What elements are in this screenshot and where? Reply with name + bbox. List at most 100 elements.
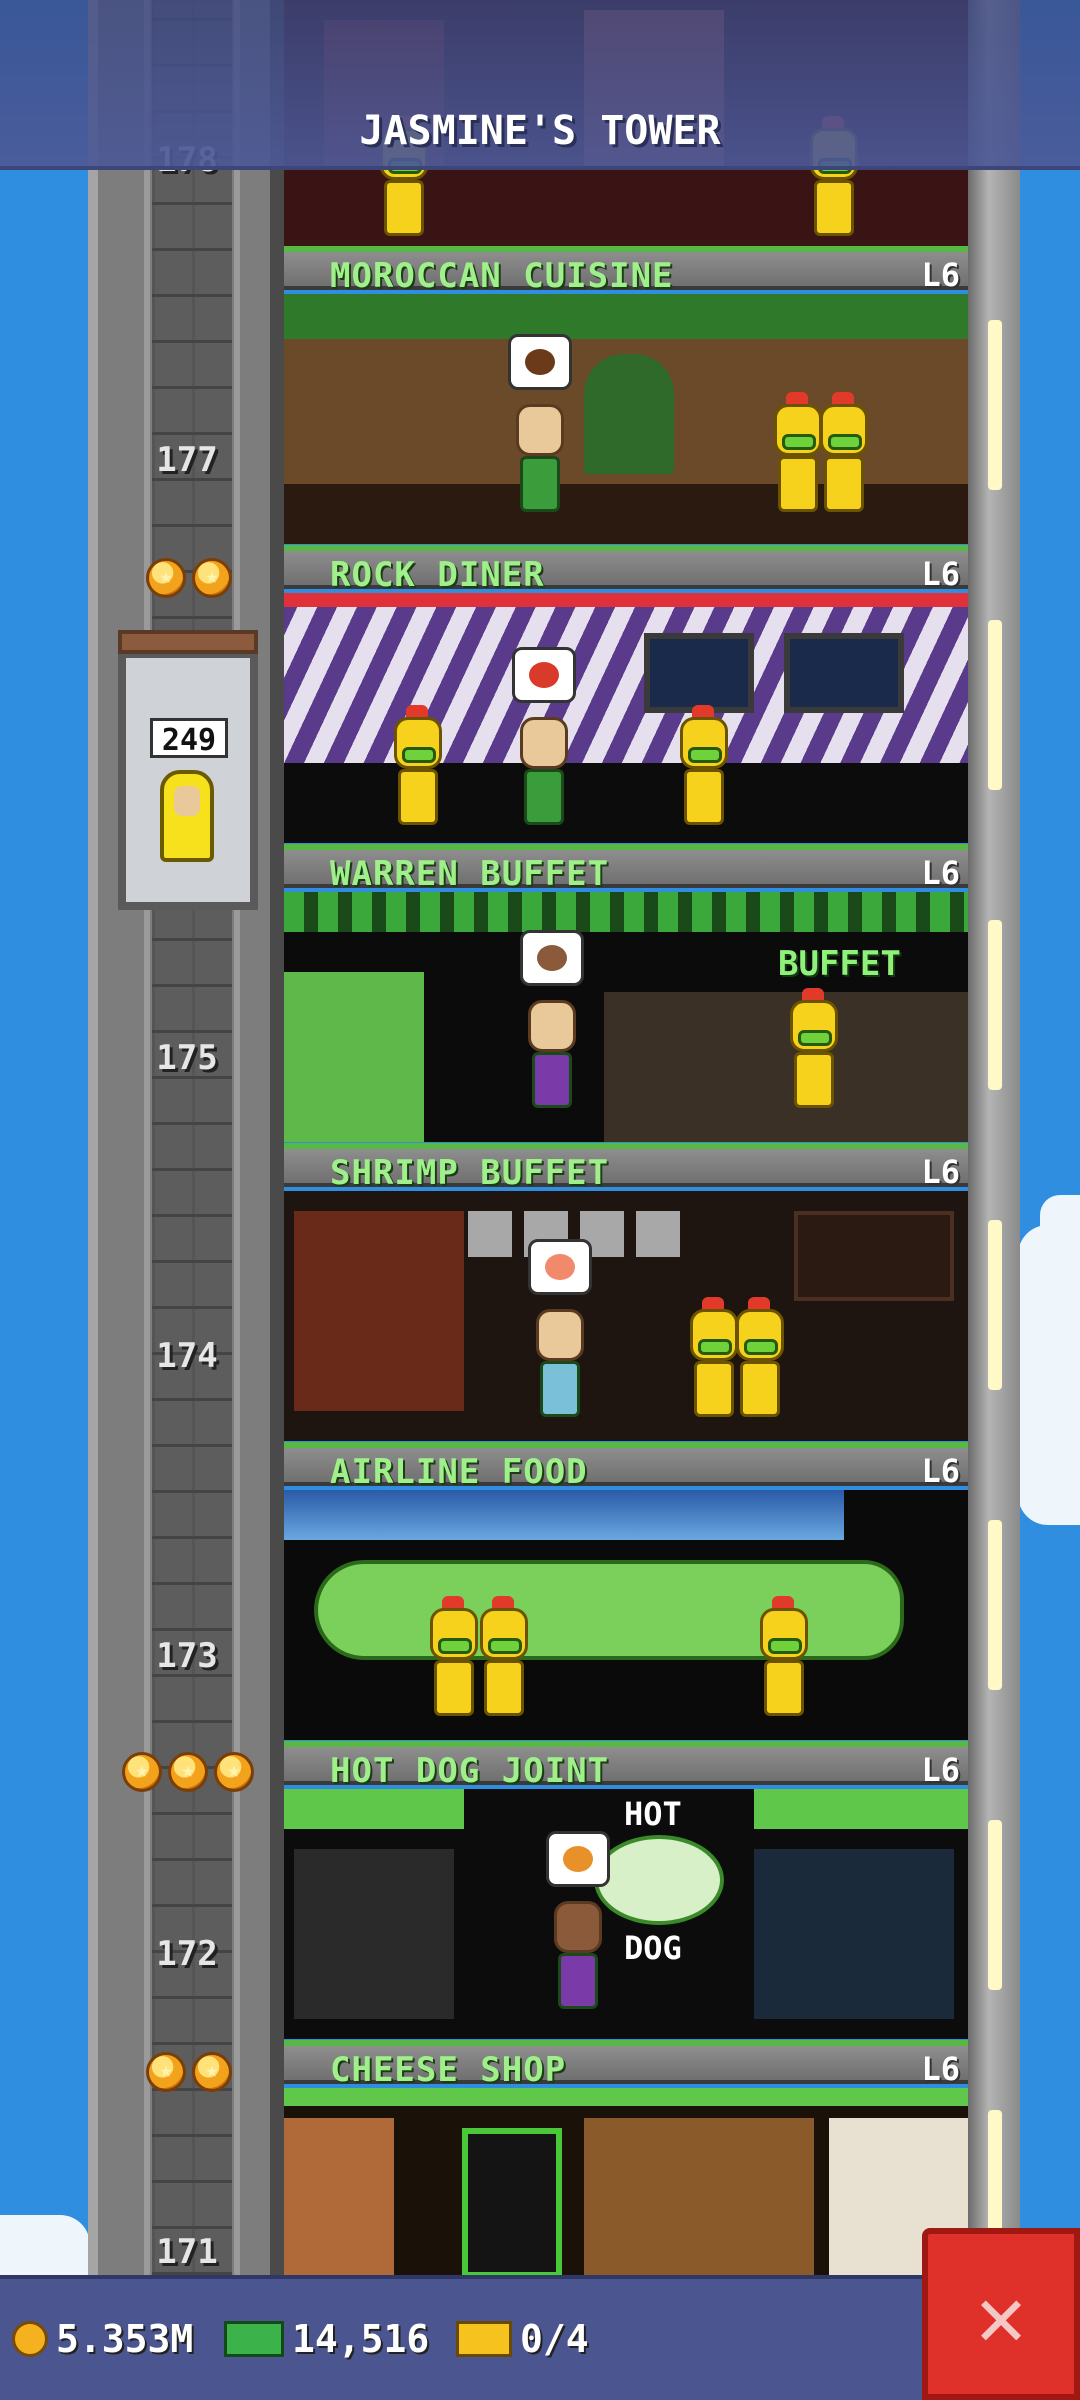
- floor-name: WARREN BUFFET: [330, 854, 610, 894]
- coin-icon: [12, 2321, 48, 2357]
- floor-level: L6: [921, 2050, 960, 2088]
- hot-sign: HOT: [624, 1795, 682, 1833]
- bitizen-worker[interactable]: [514, 717, 574, 837]
- coin-icon[interactable]: ★: [192, 558, 232, 598]
- header-bar: JASMINE'S TOWER: [0, 0, 1080, 170]
- floor-room[interactable]: HOT DOG: [284, 1789, 968, 2039]
- bitizen-worker[interactable]: [548, 1901, 608, 2021]
- bitizen-worker[interactable]: [510, 404, 570, 524]
- coin-icon[interactable]: ★: [214, 1752, 254, 1792]
- stock-bubble[interactable]: [546, 1831, 610, 1887]
- floor-level: L6: [921, 1153, 960, 1191]
- stock-bubble[interactable]: [508, 334, 572, 390]
- floor-level: L6: [921, 256, 960, 294]
- floor-room[interactable]: BUFFET: [284, 892, 968, 1142]
- bux-amount: 14,516: [292, 2317, 430, 2361]
- floor-label-bar: CHEESE SHOP L6: [284, 2040, 968, 2090]
- bitizen-customer[interactable]: [388, 705, 448, 837]
- floor-room[interactable]: [284, 593, 968, 843]
- elevator-passenger[interactable]: [160, 770, 214, 862]
- floor-name: HOT DOG JOINT: [330, 1751, 610, 1791]
- floor-room[interactable]: [284, 2088, 968, 2278]
- coin-icon[interactable]: ★: [146, 558, 186, 598]
- passenger-face: [174, 786, 200, 816]
- floor-name: AIRLINE FOOD: [330, 1452, 588, 1492]
- close-icon: ✕: [975, 2267, 1027, 2365]
- stock-bubble[interactable]: [512, 647, 576, 703]
- stock-bubble[interactable]: [520, 930, 584, 986]
- floor-room[interactable]: [284, 1490, 968, 1740]
- coin-icon[interactable]: ★: [168, 1752, 208, 1792]
- awning: [284, 1789, 464, 1829]
- window-light: [988, 1820, 1002, 1990]
- cloud: [1040, 1195, 1080, 1255]
- floor-label-bar: AIRLINE FOOD L6: [284, 1442, 968, 1492]
- golden-ticket-icon: [456, 2321, 512, 2357]
- shop-door: [462, 2128, 562, 2278]
- coin-icon[interactable]: ★: [122, 1752, 162, 1792]
- wall-screen: [784, 633, 904, 713]
- floor-warren-buffet[interactable]: WARREN BUFFET L6 BUFFET: [284, 844, 968, 1142]
- tower-title[interactable]: JASMINE'S TOWER: [0, 108, 1080, 154]
- status-bar: 5.353M 14,516 0/4: [0, 2275, 1080, 2400]
- floor-number-175: 175: [156, 1038, 218, 1078]
- cheese-shelves: [584, 2118, 814, 2278]
- coin-icon[interactable]: ★: [192, 2052, 232, 2092]
- ticket-balance: 0/4: [456, 2317, 589, 2361]
- floor-number-171: 171: [156, 2232, 218, 2272]
- neon-strip: [284, 593, 968, 607]
- floor-boards: [284, 763, 968, 843]
- floor-hot-dog-joint[interactable]: HOT DOG JOINT L6 HOT DOG: [284, 1741, 968, 2039]
- shrimp-display: [294, 1211, 464, 1411]
- cloud: [0, 2215, 90, 2275]
- bux-balance: 14,516: [224, 2317, 429, 2361]
- cloud: [1018, 1225, 1080, 1525]
- bitizen-customer[interactable]: [754, 1596, 814, 1728]
- floor-level: L6: [921, 854, 960, 892]
- floor-label-bar: SHRIMP BUFFET L6: [284, 1143, 968, 1193]
- floor-name: CHEESE SHOP: [330, 2050, 567, 2090]
- sky-window: [284, 1490, 844, 1540]
- dog-sign: DOG: [624, 1929, 682, 1967]
- window-light: [988, 920, 1002, 1090]
- bux-icon: [224, 2321, 284, 2357]
- floor-room[interactable]: [284, 294, 968, 544]
- elevator-car[interactable]: 249: [118, 630, 258, 910]
- window-light: [988, 320, 1002, 490]
- elevator-tip-coins[interactable]: ★ ★: [146, 2052, 232, 2092]
- bitizen-customer[interactable]: [730, 1297, 790, 1429]
- bitizen-customer[interactable]: [674, 705, 734, 837]
- elevator-tip-coins[interactable]: ★ ★: [146, 558, 232, 598]
- floor-room[interactable]: [284, 1191, 968, 1441]
- booth: [284, 972, 424, 1142]
- plant: [584, 354, 674, 474]
- bitizen-customer[interactable]: [784, 988, 844, 1120]
- bitizen-customer[interactable]: [814, 392, 874, 524]
- airplane-fuselage: [314, 1560, 904, 1660]
- window-light: [988, 1220, 1002, 1390]
- wall-screen: [644, 633, 754, 713]
- menu-board: [794, 1211, 954, 1301]
- elevator-cable: [234, 0, 240, 2275]
- coin-amount: 5.353M: [56, 2317, 194, 2361]
- window-light: [988, 620, 1002, 790]
- stock-bubble[interactable]: [528, 1239, 592, 1295]
- elevator-tip-coins[interactable]: ★ ★ ★: [122, 1752, 254, 1792]
- bitizen-worker[interactable]: [522, 1000, 582, 1120]
- floor-airline-food[interactable]: AIRLINE FOOD L6: [284, 1442, 968, 1740]
- bitizen-customer[interactable]: [474, 1596, 534, 1728]
- floor-level: L6: [921, 555, 960, 593]
- floor-name: SHRIMP BUFFET: [330, 1153, 610, 1193]
- floor-label-bar: WARREN BUFFET L6: [284, 844, 968, 894]
- close-button[interactable]: ✕: [922, 2228, 1080, 2400]
- window-light: [988, 1520, 1002, 1690]
- bitizen-worker[interactable]: [530, 1309, 590, 1429]
- ticket-count: 0/4: [520, 2317, 589, 2361]
- floor-number-174: 174: [156, 1336, 218, 1376]
- floor-rock-diner[interactable]: ROCK DINER L6: [284, 545, 968, 843]
- floor-shrimp-buffet[interactable]: SHRIMP BUFFET L6: [284, 1143, 968, 1441]
- coin-icon[interactable]: ★: [146, 2052, 186, 2092]
- awning: [754, 1789, 968, 1829]
- floor-number-177: 177: [156, 440, 218, 480]
- floor-moroccan-cuisine[interactable]: MOROCCAN CUISINE L6: [284, 246, 968, 544]
